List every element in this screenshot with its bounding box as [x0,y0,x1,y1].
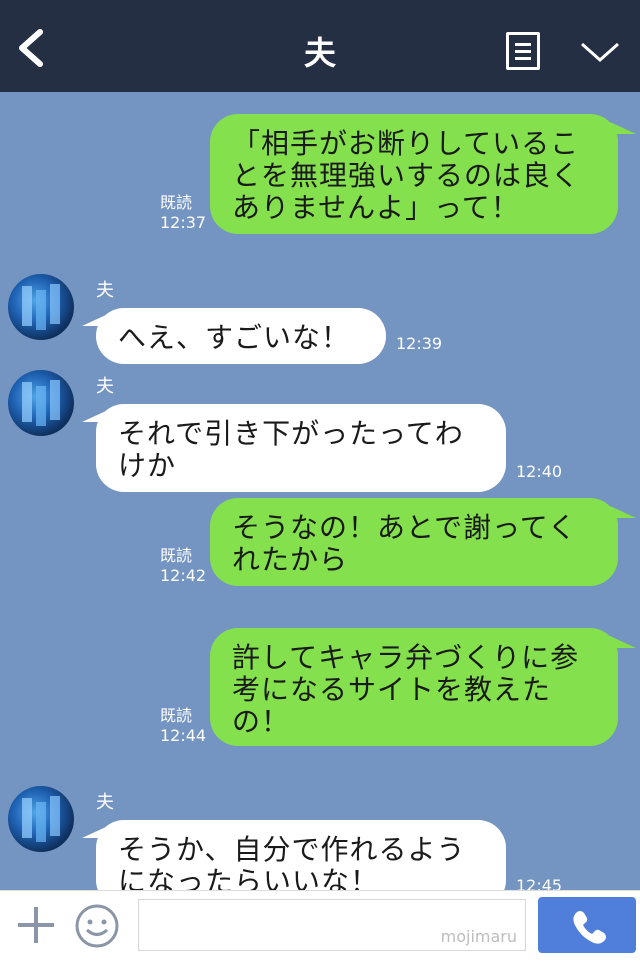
message-time: 12:40 [516,462,563,481]
avatar[interactable] [8,786,74,852]
bubble-tail [610,506,636,518]
chevron-down-icon[interactable] [578,38,622,66]
smile-icon[interactable] [74,903,120,949]
phone-icon [573,911,606,944]
message-bubble-sent[interactable]: そうなの！あとで謝ってくれたから [210,498,618,586]
bubble-tail [82,826,108,838]
message-bubble-received[interactable]: それで引き下がったってわけか [96,404,506,492]
sender-name: 夫 [96,792,114,813]
sender-name: 夫 [96,376,114,397]
sender-name: 夫 [96,280,114,301]
message-bubble-received[interactable]: へえ、すごいな！ [96,308,386,364]
watermark: mojimaru [440,927,517,946]
read-receipt: 既読 12:37 [160,193,207,232]
avatar[interactable] [8,370,74,436]
input-bar: mojimaru [0,890,640,961]
bubble-tail [610,122,636,134]
bubble-tail [610,636,636,648]
message-bubble-sent[interactable]: 許してキャラ弁づくりに参考になるサイトを教えたの！ [210,628,618,746]
chat-header: 夫 [0,0,640,92]
message-bubble-sent[interactable]: 「相手がお断りしていることを無理強いするのは良くありませんよ」って！ [210,114,618,234]
avatar[interactable] [8,274,74,340]
call-button[interactable] [538,897,636,953]
read-receipt: 既読 12:42 [160,546,207,585]
message-time: 12:39 [396,334,443,353]
chat-title: 夫 [303,34,336,72]
message-input[interactable]: mojimaru [138,899,526,951]
plus-icon[interactable] [16,905,56,945]
bubble-tail [82,314,108,326]
bubble-tail [82,410,108,422]
menu-list-icon[interactable] [506,32,540,70]
read-receipt: 既読 12:44 [160,706,207,745]
